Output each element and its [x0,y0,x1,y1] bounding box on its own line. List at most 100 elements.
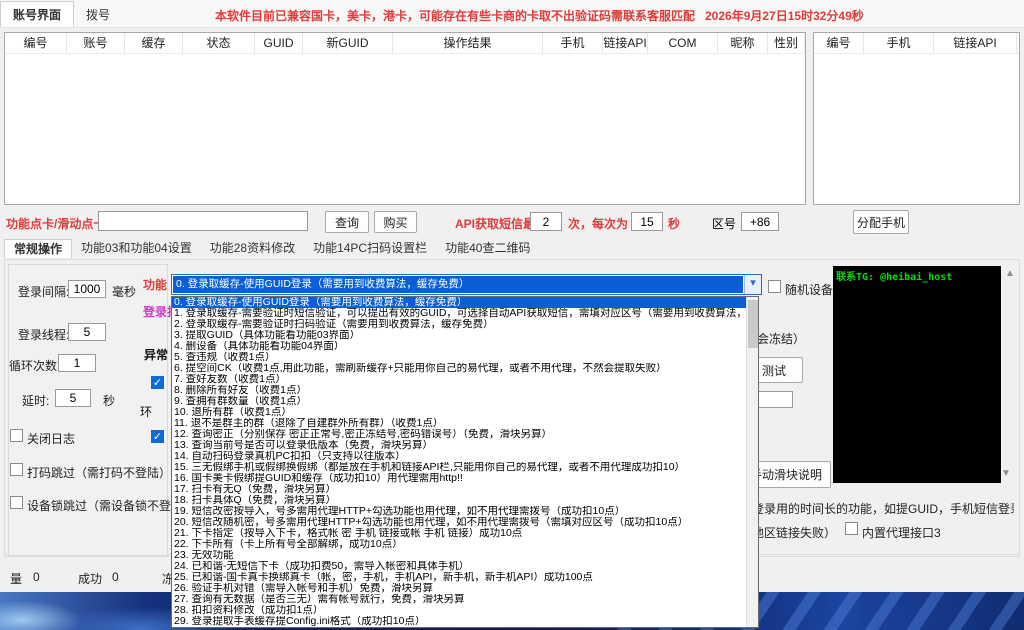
dropdown-option[interactable]: 8. 删除所有好友（收费1点） [172,385,746,396]
card-input-label: 功能点卡/滑动点卡 [6,215,105,232]
phone-table: 编号手机链接API [813,32,1020,205]
dropdown-options: 0. 登录取缓存-使用GUID登录（需要用到收费算法，缓存免费）1. 登录取缓存… [172,297,746,627]
clock-text: 2026年9月27日15时32分49秒 [705,7,864,24]
builtin-proxy-label: 内置代理接口3 [862,524,941,541]
column-header[interactable]: 手机 [543,33,603,53]
column-header[interactable]: 操作结果 [393,33,543,53]
dropdown-option[interactable]: 22. 下卡所有（卡上所有号全部解绑，成功10点） [172,539,746,550]
close-log-checkbox[interactable] [10,429,23,442]
login-interval-input[interactable] [68,280,106,298]
dropdown-option[interactable]: 18. 扫卡具体Q（免费，滑块另算） [172,495,746,506]
dropdown-option[interactable]: 11. 退不是群主的群（退除了自建群外所有群）（收费1点） [172,418,746,429]
query-button[interactable]: 查询 [325,211,369,233]
dropdown-option[interactable]: 12. 查询密正（分别保存 密正正常号,密正冻结号,密码错误号）（免费，滑块另算… [172,429,746,440]
skip-captcha-label: 打码跳过（需打码不登陆） [27,464,171,481]
dropdown-option[interactable]: 5. 查违规（收费1点） [172,352,746,363]
skip-devicelock-checkbox[interactable] [10,496,23,509]
dropdown-option[interactable]: 17. 扫卡有无Q（免费，滑块另算） [172,484,746,495]
skip-devicelock-label: 设备锁跳过（需设备锁不登陆） [27,497,195,514]
dropdown-option[interactable]: 3. 提取GUID（具体功能看功能03界面） [172,330,746,341]
loop-count-label: 循环次数: [9,357,60,374]
hidden-option-checkbox-1[interactable]: ✓ [151,376,164,389]
function-tab-3[interactable]: 功能28资料修改 [201,239,304,258]
sms-times-input[interactable] [530,212,562,231]
dropdown-option[interactable]: 7. 查好友数（收费1点） [172,374,746,385]
dropdown-option[interactable]: 9. 查拥有群数量（收费1点） [172,396,746,407]
dropdown-option[interactable]: 25. 已和谐-国卡真卡换绑真卡（帐，密，手机，手机API，新手机，新手机API… [172,572,746,583]
column-header[interactable]: GUID [255,33,303,53]
login-thread-input[interactable] [68,323,106,341]
titlebar-tabs: 账号界面拨号 [0,6,122,23]
function-dropdown-list: 0. 登录取缓存-使用GUID登录（需要用到收费算法，缓存免费）1. 登录取缓存… [171,296,759,628]
dropdown-option[interactable]: 4. 删设备（具体功能看功能04界面） [172,341,746,352]
column-header[interactable]: 账号 [67,33,125,53]
delay-label: 延时: [22,392,49,409]
column-header[interactable]: 编号 [814,33,864,53]
qty-value: 0 [33,570,40,584]
builtin-proxy-checkbox[interactable] [845,522,858,535]
function-combobox[interactable]: 0. 登录取缓存-使用GUID登录（需要用到收费算法，缓存免费） ▾ [171,274,762,295]
function-tabs: 常规操作功能03和功能04设置功能28资料修改功能14PC扫码设置栏功能40查二… [4,239,539,259]
dropdown-option[interactable]: 24. 已和谐-无短信下卡（成功扣费50，需导入帐密和具体手机） [172,561,746,572]
titlebar-tab-1[interactable]: 账号界面 [0,1,74,27]
dropdown-option[interactable]: 21. 下卡指定（按导入下卡，格式帐 密 手机 链接或帐 手机 链接）成功10点 [172,528,746,539]
delay-unit-label: 秒 [103,392,115,409]
abnormal-label: 异常 [144,346,168,363]
function-label: 功能 [143,276,167,293]
dropdown-option[interactable]: 28. 扣扣资料修改（成功扣1点） [172,605,746,616]
function-tab-2[interactable]: 功能03和功能04设置 [72,239,201,258]
scroll-down-icon[interactable]: ▼ [1001,468,1011,479]
assign-phone-button[interactable]: 分配手机 [853,210,909,234]
area-code-input[interactable] [741,212,779,231]
dropdown-option[interactable]: 20. 短信改随机密，号多需用代理HTTP+勾选功能也用代理，如不用代理需拨号（… [172,517,746,528]
dropdown-option[interactable]: 27. 查询有无数据（是否三无）需有帐号就行，免费，滑块另算 [172,594,746,605]
column-header[interactable]: 链接API [934,33,1017,53]
column-header[interactable]: 链接API [603,33,648,53]
scroll-up-icon[interactable]: ▲ [1005,268,1015,279]
dropdown-option[interactable]: 2. 登录取缓存-需要验证时扫码验证（需要用到收费算法，缓存免费） [172,319,746,330]
column-header[interactable]: 新GUID [303,33,393,53]
dropdown-option[interactable]: 29. 登录提取手表缓存提Config.ini格式（成功扣10点） [172,616,746,627]
dropdown-option[interactable]: 14. 自动扫码登录真机PC扣扣（只支持以往版本） [172,451,746,462]
random-device-checkbox[interactable] [768,280,781,293]
column-header[interactable]: COM [648,33,718,53]
log-console: 联系TG: @heibai_host [833,266,1001,483]
delay-input[interactable] [55,389,91,407]
titlebar-tab-2[interactable]: 拨号 [74,2,122,28]
dropdown-option[interactable]: 16. 国卡美卡假绑提GUID和缓存（成功扣10）用代理需用http!! [172,473,746,484]
column-header[interactable]: 状态 [183,33,255,53]
login-interval-label: 登录间隔: [18,283,69,300]
function-tab-1[interactable]: 常规操作 [4,239,72,258]
column-header[interactable]: 缓存 [125,33,183,53]
column-header[interactable]: 编号 [5,33,67,53]
dropdown-scrollbar[interactable] [746,297,758,627]
success-label: 成功 [78,570,102,587]
dropdown-option[interactable]: 1. 登录取缓存-需要验证时短信验证，可以提出有效的GUID，可选择自动API获… [172,308,746,319]
sms-seconds-input[interactable] [631,212,663,231]
account-table: 编号账号缓存状态GUID新GUID操作结果手机链接APICOM昵称性别 [4,32,806,205]
note-region-fail: 地区链接失败） [752,524,836,541]
card-input[interactable] [98,211,308,231]
dropdown-option[interactable]: 26. 验证手机对错（需导入帐号和手机）免费，滑块另算 [172,583,746,594]
scrollbar-thumb[interactable] [748,300,758,348]
random-device-label: 随机设备 [785,281,833,298]
compatibility-notice: 本软件目前已兼容国卡，美卡，港卡，可能存在有些卡商的卡取不出验证码需联系客服匹配 [215,7,695,24]
function-tab-5[interactable]: 功能40查二维码 [436,239,539,258]
column-header[interactable]: 手机 [864,33,934,53]
dropdown-option[interactable]: 15. 三无假绑手机或假绑换假绑（都是放在手机和链接API栏,只能用你自己的易代… [172,462,746,473]
dropdown-option[interactable]: 23. 无效功能 [172,550,746,561]
skip-captcha-checkbox[interactable] [10,463,23,476]
buy-button[interactable]: 购买 [374,211,417,233]
hidden-option-checkbox-2[interactable]: ✓ [151,430,164,443]
dropdown-option[interactable]: 0. 登录取缓存-使用GUID登录（需要用到收费算法，缓存免费） [172,297,746,308]
column-header[interactable]: 昵称 [718,33,768,53]
chevron-down-icon[interactable]: ▾ [744,275,761,294]
loop-count-input[interactable] [58,354,96,372]
dropdown-option[interactable]: 6. 提空间CK（收费1点,用此功能，需刷新缓存+只能用你自己的易代理，或者不用… [172,363,746,374]
dropdown-option[interactable]: 13. 查询当前号是否可以登录低版本（免费，滑块另算） [172,440,746,451]
dropdown-option[interactable]: 19. 短信改密按导入，号多需用代理HTTP+勾选功能也用代理，如不用代理需拨号… [172,506,746,517]
dropdown-option[interactable]: 10. 退所有群（收费1点） [172,407,746,418]
seconds-unit-label: 秒 [668,215,680,232]
function-tab-4[interactable]: 功能14PC扫码设置栏 [304,239,436,258]
column-header[interactable]: 性别 [768,33,805,53]
